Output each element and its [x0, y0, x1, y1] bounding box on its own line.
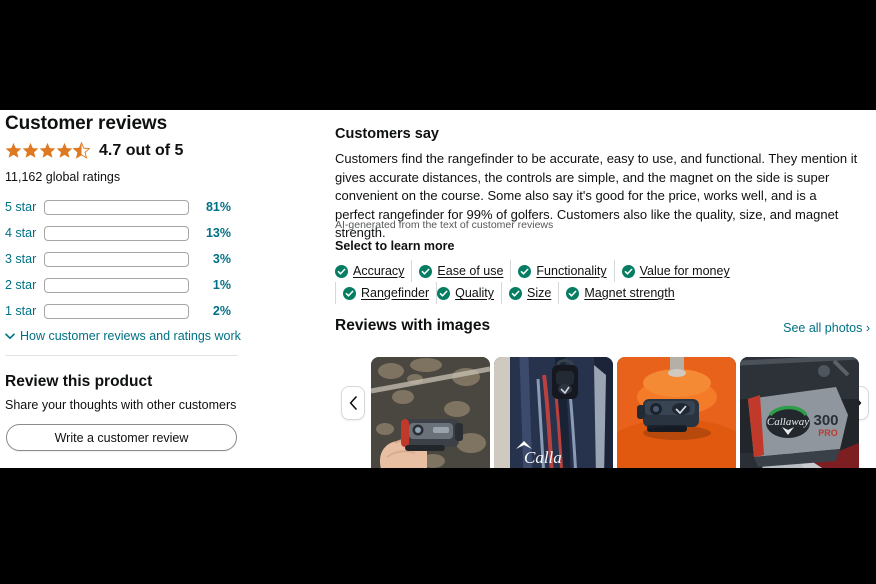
check-circle-icon — [509, 286, 523, 300]
aspect-chip-quality[interactable]: Quality — [437, 282, 501, 304]
chevron-right-icon: › — [865, 321, 870, 335]
aspect-chip-value-for-money[interactable]: Value for money — [613, 260, 737, 282]
ai-generated-note: AI-generated from the text of customer r… — [335, 219, 554, 231]
review-image-thumbnail-1[interactable] — [371, 357, 490, 468]
review-image-thumbnail-4[interactable]: Callaway 300 PRO — [740, 357, 859, 468]
check-circle-icon — [343, 286, 356, 300]
select-to-learn-more-heading: Select to learn more — [335, 239, 455, 253]
carousel-thumbnail-strip: Calla Callaway 300 PRO — [371, 357, 859, 468]
svg-text:PRO: PRO — [818, 428, 838, 438]
review-product-heading: Review this product — [5, 373, 153, 390]
check-circle-icon — [621, 264, 635, 278]
review-photo-orange-cone — [617, 357, 736, 468]
review-photo-golf-bag: Calla — [494, 357, 613, 468]
star-icon-2 — [22, 142, 39, 158]
customer-reviews-pane: Customer reviews 4.7 out of 5 11,162 glo… — [0, 110, 876, 468]
svg-text:Calla: Calla — [524, 448, 562, 467]
rating-histogram: 5 star 81% 4 star 13% 3 star 3% 2 star 1… — [5, 194, 245, 324]
page-title: Customer reviews — [5, 113, 168, 134]
write-customer-review-button[interactable]: Write a customer review — [6, 424, 237, 451]
review-photo-callaway-300-pro: Callaway 300 PRO — [740, 357, 859, 468]
histogram-bar[interactable] — [44, 199, 189, 215]
check-circle-icon — [335, 264, 348, 278]
histogram-percent[interactable]: 13% — [189, 226, 231, 240]
overall-rating[interactable]: 4.7 out of 5 — [5, 141, 183, 159]
reviews-summary-column: Customer reviews 4.7 out of 5 11,162 glo… — [0, 110, 330, 468]
rating-value-label: 4.7 out of 5 — [99, 142, 184, 159]
check-circle-icon — [419, 264, 433, 278]
aspect-chip-label: Accuracy — [353, 264, 405, 278]
histogram-row-2star[interactable]: 2 star 1% — [5, 272, 245, 298]
histogram-row-4star[interactable]: 4 star 13% — [5, 220, 245, 246]
star-rating-icons — [5, 141, 90, 159]
star-icon-3 — [39, 142, 56, 158]
histogram-row-1star[interactable]: 1 star 2% — [5, 298, 245, 324]
customers-say-heading: Customers say — [335, 126, 439, 142]
histogram-percent[interactable]: 2% — [189, 304, 231, 318]
section-divider — [5, 355, 238, 356]
how-reviews-work-toggle[interactable]: How customer reviews and ratings work — [5, 329, 241, 343]
review-photo-hand-rangefinder — [371, 357, 490, 468]
svg-text:300: 300 — [813, 412, 838, 429]
aspect-chip-label: Ease of use — [437, 264, 504, 278]
see-all-photos-link[interactable]: See all photos › — [783, 321, 870, 335]
check-circle-icon — [518, 264, 532, 278]
review-image-thumbnail-2[interactable]: Calla — [494, 357, 613, 468]
aspect-chip-label: Rangefinder — [361, 286, 430, 300]
histogram-bar[interactable] — [44, 303, 189, 319]
svg-text:Callaway: Callaway — [767, 416, 809, 428]
aspect-chip-label: Magnet strength — [584, 286, 675, 300]
aspect-chip-functionality[interactable]: Functionality — [510, 260, 613, 282]
see-all-photos-label: See all photos — [783, 321, 863, 335]
aspect-chip-label: Quality — [455, 286, 495, 300]
review-images-carousel: Calla Callaway 300 PRO — [335, 347, 876, 468]
aspect-chip-magnet-strength[interactable]: Magnet strength — [558, 282, 681, 304]
aspect-chip-label: Value for money — [639, 264, 730, 278]
reviews-with-images-heading: Reviews with images — [335, 317, 491, 334]
histogram-label[interactable]: 4 star — [5, 226, 44, 240]
review-image-thumbnail-3[interactable] — [617, 357, 736, 468]
histogram-label[interactable]: 2 star — [5, 278, 44, 292]
screenshot-root: Customer reviews 4.7 out of 5 11,162 glo… — [0, 0, 876, 584]
aspect-chip-list: Accuracy Ease of use Functionality Value… — [335, 260, 835, 304]
star-icon-4 — [56, 142, 73, 158]
histogram-label[interactable]: 5 star — [5, 200, 44, 214]
aspect-chip-size[interactable]: Size — [501, 282, 558, 304]
aspect-chip-label: Functionality — [536, 264, 607, 278]
aspect-chip-rangefinder[interactable]: Rangefinder — [335, 282, 438, 304]
share-thoughts-text: Share your thoughts with other customers — [5, 398, 237, 412]
histogram-label[interactable]: 3 star — [5, 252, 44, 266]
histogram-percent[interactable]: 81% — [189, 200, 231, 214]
how-reviews-work-label: How customer reviews and ratings work — [20, 329, 241, 343]
check-circle-icon — [437, 286, 451, 300]
histogram-bar[interactable] — [44, 277, 189, 293]
histogram-bar[interactable] — [44, 251, 189, 267]
histogram-row-3star[interactable]: 3 star 3% — [5, 246, 245, 272]
histogram-percent[interactable]: 3% — [189, 252, 231, 266]
aspect-chip-ease-of-use[interactable]: Ease of use — [411, 260, 510, 282]
histogram-bar[interactable] — [44, 225, 189, 241]
star-icon-5-half — [73, 141, 90, 159]
reviews-insights-column: Customers say Customers find the rangefi… — [335, 110, 876, 468]
aspect-chip-label: Size — [527, 286, 552, 300]
histogram-percent[interactable]: 1% — [189, 278, 231, 292]
chevron-down-icon — [5, 332, 15, 339]
check-circle-icon — [566, 286, 580, 300]
star-icon-1 — [5, 142, 22, 158]
aspect-chip-accuracy[interactable]: Accuracy — [335, 260, 411, 282]
carousel-prev-button[interactable] — [341, 386, 365, 420]
histogram-label[interactable]: 1 star — [5, 304, 44, 318]
global-ratings-count: 11,162 global ratings — [5, 170, 121, 184]
chevron-left-icon — [349, 396, 357, 410]
histogram-row-5star[interactable]: 5 star 81% — [5, 194, 245, 220]
